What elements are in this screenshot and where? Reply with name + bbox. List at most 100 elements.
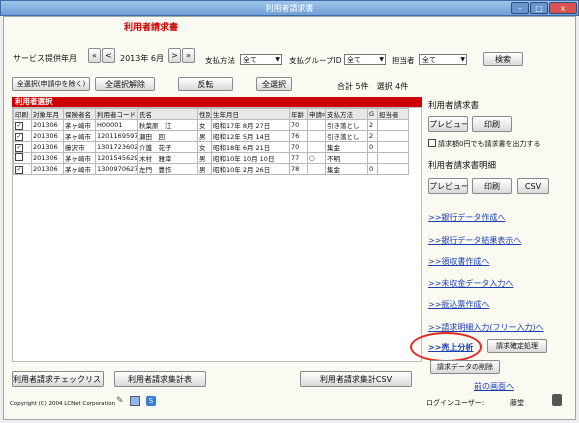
col-header[interactable]: 利用者コード: [95, 108, 138, 120]
detail-csv-button[interactable]: CSV: [517, 178, 549, 194]
next-month-button[interactable]: >: [168, 48, 181, 63]
table-cell-sex: 女: [197, 119, 212, 131]
print-checkbox[interactable]: [13, 152, 32, 164]
table-cell-sex: 女: [197, 141, 212, 153]
table-row[interactable]: ✓ 201306 茅ヶ崎市 1201169597 瀬田 回男昭和12年 5月 14日 76…: [13, 130, 409, 142]
table-cell-birth: 昭和12年 5月 14日: [211, 130, 290, 142]
col-header[interactable]: 生年月日: [211, 108, 290, 120]
link-unpaid[interactable]: >>未収金データ入力へ: [428, 278, 513, 289]
select-all-button[interactable]: 全選択: [256, 77, 292, 91]
table-cell-manager: [377, 119, 409, 131]
payment-select[interactable]: 全て: [240, 54, 282, 65]
select-all-except-button[interactable]: 全選択(申請中を除く): [12, 77, 90, 91]
service-month-label: サービス提供年月: [13, 54, 77, 63]
table-cell-name: 左門 豊作: [137, 163, 198, 175]
table-cell-code: 1201545629: [95, 152, 138, 164]
table-cell-age: 78: [289, 163, 308, 175]
delete-invoice-button[interactable]: 請求データの削除: [430, 360, 500, 374]
table-cell-payment: 集金: [325, 163, 368, 175]
table-cell-month: 201306: [31, 130, 64, 142]
prev-month-button[interactable]: <: [102, 48, 115, 63]
table-row[interactable]: 201306 茅ヶ崎市 1201545629 木村 雅幸男昭和10年 10月 10日 7…: [13, 152, 409, 164]
table-cell-insurer: 茅ヶ崎市: [63, 163, 96, 175]
link-sales-analysis[interactable]: >>売上分析: [428, 342, 473, 353]
table-cell-month: 201306: [31, 141, 64, 153]
col-header[interactable]: 年齢: [289, 108, 308, 120]
detail-print-button[interactable]: 印刷: [472, 178, 512, 194]
window-titlebar: 利用者請求書 – □ x: [0, 0, 579, 16]
table-cell-manager: [377, 152, 409, 164]
user-table: 印刷 対象年月 保険者名 利用者コード 氏名 性別 生年月日 年齢 申請中 支払…: [13, 108, 409, 175]
table-cell-sex: 男: [197, 130, 212, 142]
print-checkbox[interactable]: ✓: [13, 141, 32, 153]
table-cell-applying: [307, 119, 326, 131]
table-cell-code: H00001: [95, 119, 138, 131]
next-year-button[interactable]: »: [182, 48, 195, 63]
table-cell-code: 1201169597: [95, 130, 138, 142]
invoice-preview-button[interactable]: プレビュー: [428, 116, 468, 132]
manager-select[interactable]: 全て: [419, 54, 467, 65]
table-area: 印刷 対象年月 保険者名 利用者コード 氏名 性別 生年月日 年齢 申請中 支払…: [12, 107, 422, 362]
col-header[interactable]: 氏名: [137, 108, 198, 120]
col-header[interactable]: 保険者名: [63, 108, 96, 120]
tool-icon[interactable]: ✎: [116, 396, 126, 406]
summary-button[interactable]: 利用者請求集計表: [114, 371, 206, 387]
confirm-invoice-button[interactable]: 請求確定処理: [487, 339, 547, 353]
table-cell-payment: 引き落とし: [325, 130, 368, 142]
table-cell-group: [367, 152, 378, 164]
table-cell-code: 1301723602: [95, 141, 138, 153]
month-value: 2013年 6月: [120, 54, 164, 63]
table-cell-sex: 男: [197, 163, 212, 175]
col-header[interactable]: G: [367, 108, 378, 120]
search-button[interactable]: 検索: [483, 52, 523, 66]
col-header[interactable]: 支払方法: [325, 108, 368, 120]
table-row[interactable]: ✓ 201306 藤沢市 1301723602 介護 花子女昭和18年 6月 21日 70…: [13, 141, 409, 153]
table-cell-payment: 集金: [325, 141, 368, 153]
totals-text: 合計 5件 選択 4件: [337, 82, 409, 91]
table-cell-manager: [377, 130, 409, 142]
print-checkbox[interactable]: ✓: [13, 163, 32, 175]
table-row[interactable]: ✓ 201306 茅ヶ崎市 1300970627 左門 豊作男昭和10年 2月 26日 7…: [13, 163, 409, 175]
invert-button[interactable]: 反転: [178, 77, 233, 91]
table-cell-manager: [377, 141, 409, 153]
table-cell-birth: 昭和10年 10月 10日: [211, 152, 290, 164]
zero-amount-checkbox[interactable]: [428, 139, 436, 149]
deselect-all-button[interactable]: 全選択解除: [95, 77, 155, 91]
app-icon[interactable]: S: [146, 396, 156, 406]
payment-group-select[interactable]: 全て: [344, 54, 386, 65]
invoice-print-button[interactable]: 印刷: [472, 116, 512, 132]
print-checkbox[interactable]: ✓: [13, 130, 32, 142]
minimize-button[interactable]: –: [511, 2, 529, 14]
payment-label: 支払方法: [205, 56, 235, 65]
table-cell-group: 0: [367, 163, 378, 175]
col-header[interactable]: 申請中: [307, 108, 326, 120]
table-cell-group: 0: [367, 141, 378, 153]
table-cell-payment: 引き落とし: [325, 119, 368, 131]
link-bank-data[interactable]: >>銀行データ作成へ: [428, 212, 505, 223]
summary-csv-button[interactable]: 利用者請求集計CSV: [300, 371, 412, 387]
window-icon[interactable]: [130, 396, 140, 406]
col-header[interactable]: 担当者: [377, 108, 409, 120]
print-checkbox[interactable]: ✓: [13, 119, 32, 131]
col-header[interactable]: 印刷: [13, 108, 32, 120]
back-link[interactable]: 前の画面へ: [474, 381, 514, 392]
close-button[interactable]: x: [549, 2, 577, 14]
table-cell-name: 秋葉原 江: [137, 119, 198, 131]
login-label: ログインユーザー:: [426, 399, 485, 407]
login-user: 藤堂: [510, 399, 524, 407]
printer-icon[interactable]: [552, 394, 562, 406]
table-cell-birth: 昭和18年 6月 21日: [211, 141, 290, 153]
table-cell-insurer: 茅ヶ崎市: [63, 152, 96, 164]
maximize-button[interactable]: □: [530, 2, 548, 14]
detail-section-title: 利用者請求書明細: [428, 161, 497, 171]
col-header[interactable]: 対象年月: [31, 108, 64, 120]
detail-preview-button[interactable]: プレビュー: [428, 178, 468, 194]
col-header[interactable]: 性別: [197, 108, 212, 120]
table-row[interactable]: ✓ 201306 茅ヶ崎市 H00001 秋葉原 江女昭和17年 8月 27日 70 引き落…: [13, 119, 409, 131]
prev-year-button[interactable]: «: [88, 48, 101, 63]
link-bank-result[interactable]: >>銀行データ結果表示へ: [428, 235, 521, 246]
link-transfer-slip[interactable]: >>振込票作成へ: [428, 299, 489, 310]
link-receipt[interactable]: >>領収書作成へ: [428, 256, 489, 267]
check-list-button[interactable]: 利用者請求チェックリスト: [12, 371, 104, 387]
table-cell-birth: 昭和10年 2月 26日: [211, 163, 290, 175]
